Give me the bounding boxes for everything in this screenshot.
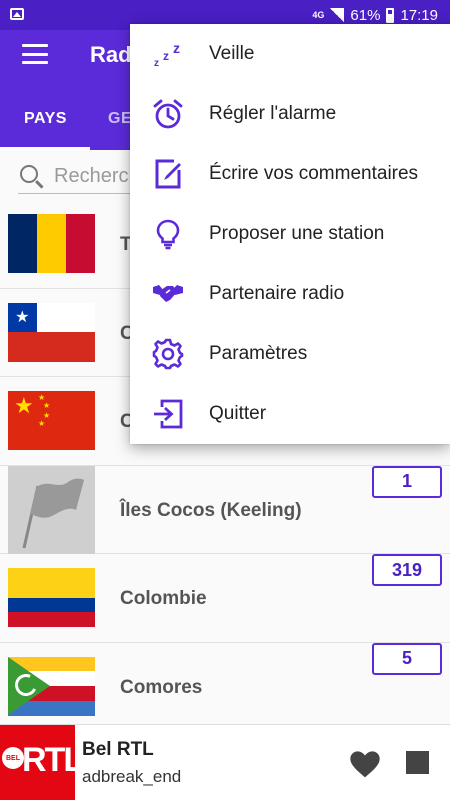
svg-text:z: z: [163, 49, 169, 63]
battery-icon: [386, 7, 395, 23]
menu-label: Veille: [209, 43, 255, 64]
menu-label: Quitter: [209, 403, 267, 424]
station-count-badge: 1: [372, 465, 442, 498]
handshake-icon: [153, 285, 183, 302]
tab-genres[interactable]: GE: [108, 110, 132, 128]
station-count-badge: 319: [372, 554, 442, 586]
generic-flag-icon: [8, 465, 95, 554]
tab-pays[interactable]: PAYS: [24, 110, 67, 128]
menu-label: Régler l'alarme: [209, 103, 337, 124]
station-logo: BEL RTL: [0, 725, 84, 800]
favorite-heart-icon[interactable]: [349, 749, 381, 779]
country-name: Îles Cocos (Keeling): [120, 499, 302, 521]
station-count-badge: 5: [372, 642, 442, 675]
svg-text:z: z: [154, 58, 159, 69]
country-name: Comores: [120, 676, 203, 698]
gear-icon: [152, 338, 184, 370]
sleep-icon: z z z: [154, 40, 180, 69]
station-name: Bel RTL: [82, 739, 154, 760]
svg-text:z: z: [173, 40, 180, 56]
comoros-flag-icon: [8, 656, 95, 716]
search-icon: [20, 165, 38, 183]
network-type: 4G: [312, 9, 325, 20]
chad-flag-icon: [8, 214, 95, 273]
menu-label: Partenaire radio: [209, 283, 345, 304]
battery-percent: 61%: [350, 6, 381, 24]
clock: 17:19: [400, 6, 438, 24]
china-flag-icon: ★ ★ ★ ★ ★: [8, 391, 95, 450]
mini-player[interactable]: BEL RTL Bel RTL adbreak_end: [0, 724, 450, 800]
menu-item-alarm[interactable]: Régler l'alarme: [130, 84, 450, 144]
alarm-clock-icon: [153, 99, 183, 129]
lightbulb-icon: [156, 219, 180, 250]
list-item[interactable]: Colombie 319: [0, 554, 450, 643]
menu-label: Proposer une station: [209, 223, 385, 244]
list-item[interactable]: Îles Cocos (Keeling) 1: [0, 465, 450, 554]
chile-flag-icon: ★: [8, 302, 95, 362]
edit-icon: [155, 159, 181, 189]
stop-icon[interactable]: [406, 751, 429, 774]
menu-item-quit[interactable]: Quitter: [130, 384, 450, 444]
app-title: Rad: [90, 42, 132, 67]
menu-item-settings[interactable]: Paramètres: [130, 324, 450, 384]
menu-item-feedback[interactable]: Écrire vos commentaires: [130, 144, 450, 204]
colombia-flag-icon: [8, 568, 95, 627]
list-item[interactable]: Comores 5: [0, 642, 450, 731]
country-name: Colombie: [120, 588, 207, 609]
menu-item-partner[interactable]: Partenaire radio: [130, 264, 450, 324]
exit-icon: [154, 399, 183, 429]
logo-text: RTL: [22, 741, 84, 779]
menu-label: Écrire vos commentaires: [209, 163, 419, 184]
menu-item-suggest-station[interactable]: Proposer une station: [130, 204, 450, 264]
overflow-menu: z z z Veille Régler l'alarme Écrire vos …: [130, 24, 450, 444]
active-tab-indicator: [0, 147, 90, 150]
image-notification-icon: [10, 8, 24, 20]
playback-status: adbreak_end: [82, 767, 182, 786]
menu-item-veille[interactable]: z z z Veille: [130, 24, 450, 84]
hamburger-menu-icon[interactable]: [22, 44, 48, 64]
logo-badge: BEL: [2, 747, 24, 769]
menu-label: Paramètres: [209, 343, 308, 364]
signal-icon: [330, 8, 345, 22]
